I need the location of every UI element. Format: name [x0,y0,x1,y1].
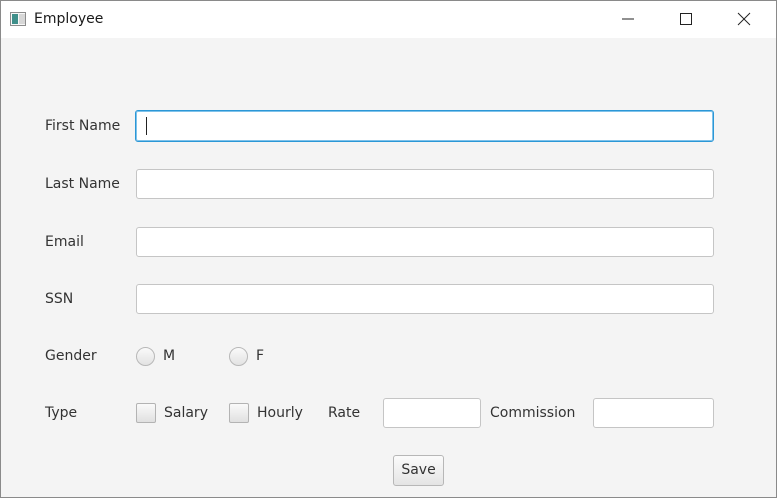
commission-label: Commission [490,405,576,421]
text-caret [146,117,147,135]
minimize-icon [622,18,634,20]
hourly-checkbox[interactable] [229,403,249,423]
rate-label: Rate [328,405,361,421]
gender-m-radio[interactable] [136,347,155,366]
title-bar[interactable]: Employee [1,1,776,38]
gender-m-label[interactable]: M [163,348,175,364]
window-title: Employee [34,11,104,27]
email-field[interactable] [136,227,714,257]
first-name-field[interactable] [135,110,714,142]
minimize-button[interactable] [605,1,651,38]
close-icon [737,12,751,26]
first-name-label: First Name [45,118,121,134]
gender-f-label[interactable]: F [256,348,264,364]
app-icon [10,12,26,26]
last-name-field[interactable] [136,169,714,199]
email-label: Email [45,234,84,250]
salary-checkbox[interactable] [136,403,156,423]
commission-field[interactable] [593,398,714,428]
gender-label: Gender [45,348,97,364]
employee-window: Employee First Name Last Name Email SSN … [0,0,777,498]
type-label: Type [45,405,78,421]
last-name-label: Last Name [45,176,120,192]
rate-field[interactable] [383,398,481,428]
hourly-label[interactable]: Hourly [257,405,303,421]
maximize-icon [680,13,692,25]
ssn-label: SSN [45,291,74,307]
maximize-button[interactable] [663,1,709,38]
close-button[interactable] [721,1,767,38]
save-button[interactable]: Save [393,455,444,486]
salary-label[interactable]: Salary [164,405,208,421]
ssn-field[interactable] [136,284,714,314]
gender-f-radio[interactable] [229,347,248,366]
